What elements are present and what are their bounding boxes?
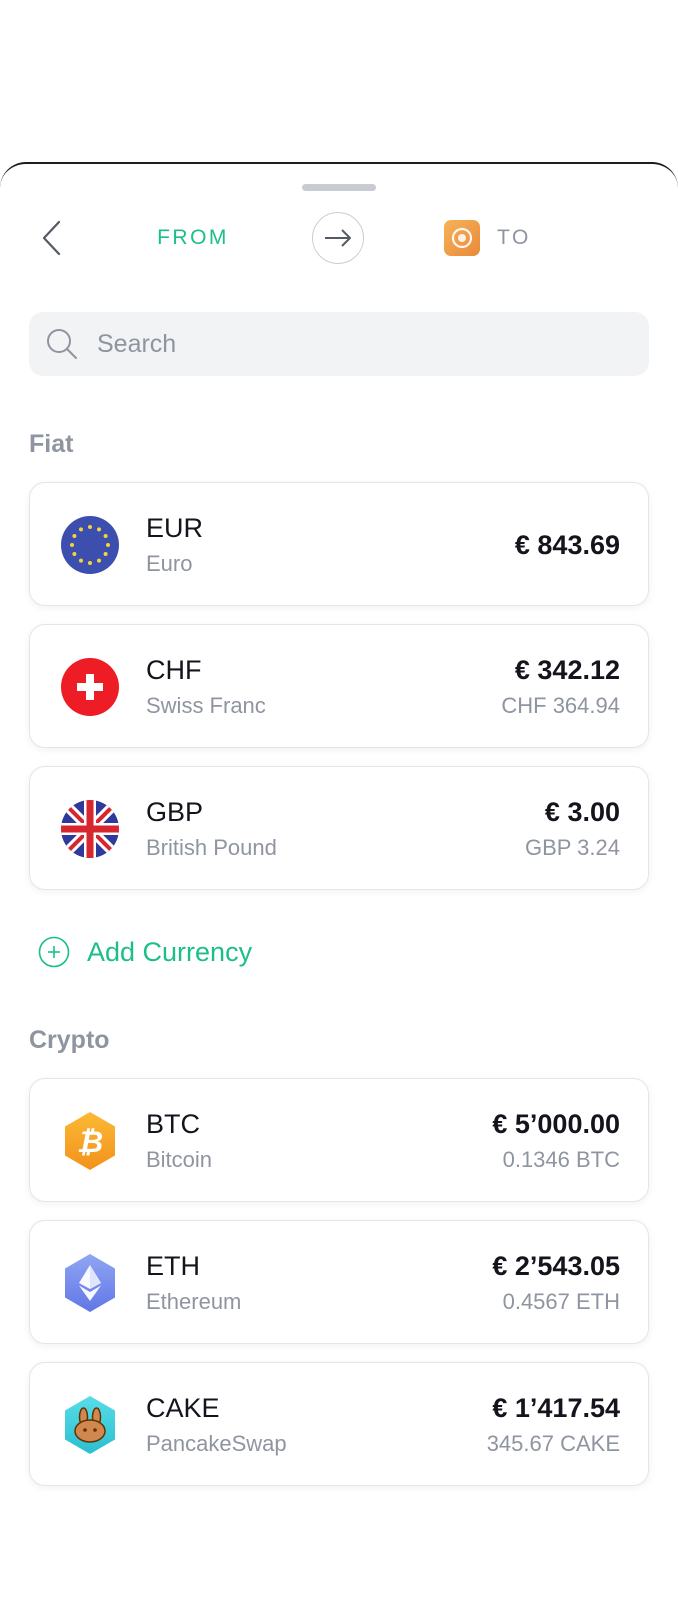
- add-currency-button[interactable]: Add Currency: [38, 934, 252, 970]
- currency-card-gbp[interactable]: GBP British Pound € 3.00 GBP 3.24: [29, 766, 649, 890]
- native-balance: CHF 364.94: [501, 693, 620, 718]
- currency-card-btc[interactable]: ₿ BTC Bitcoin € 5’000.00 0.1346 BTC: [29, 1078, 649, 1202]
- currency-code: CAKE: [146, 1393, 220, 1423]
- picker-header: FROM TO: [0, 210, 678, 270]
- currency-code: EUR: [146, 513, 204, 543]
- plus-circle-icon: [38, 936, 70, 968]
- sheet-grabber[interactable]: [302, 184, 376, 191]
- currency-code: CHF: [146, 655, 202, 685]
- crypto-section-title: Crypto: [29, 1026, 110, 1054]
- fiat-balance: € 3.00: [544, 797, 620, 827]
- currency-card-cake[interactable]: CAKE PancakeSwap € 1’417.54 345.67 CAKE: [29, 1362, 649, 1486]
- fiat-balance: € 843.69: [514, 530, 620, 560]
- currency-name: Euro: [146, 551, 193, 576]
- uk-flag-icon: [60, 799, 120, 859]
- backdrop-bottom: [0, 1532, 678, 1600]
- native-balance: 345.67 CAKE: [486, 1431, 620, 1456]
- svg-text:₿: ₿: [77, 1126, 103, 1159]
- currency-name: PancakeSwap: [146, 1431, 287, 1456]
- arrow-right-icon: [325, 229, 351, 247]
- from-tab[interactable]: FROM: [148, 226, 238, 250]
- backdrop: [0, 0, 678, 162]
- pancakeswap-icon: [60, 1395, 120, 1455]
- fiat-balance: € 342.12: [514, 655, 620, 685]
- native-balance: 0.1346 BTC: [502, 1147, 620, 1172]
- search-input[interactable]: [97, 312, 627, 376]
- coin-avatar-icon: [451, 227, 473, 249]
- bitcoin-icon: ₿: [60, 1111, 120, 1171]
- search-bar[interactable]: [29, 312, 649, 376]
- currency-picker-sheet: FROM TO Fiat: [0, 162, 678, 1534]
- fiat-balance: € 1’417.54: [492, 1393, 620, 1423]
- add-currency-label: Add Currency: [87, 936, 253, 967]
- eu-flag-icon: [60, 515, 120, 575]
- swap-direction-button[interactable]: [312, 212, 364, 264]
- swiss-flag-icon: [60, 657, 120, 717]
- currency-code: BTC: [146, 1109, 200, 1139]
- currency-card-eth[interactable]: ETH Ethereum € 2’543.05 0.4567 ETH: [29, 1220, 649, 1344]
- chevron-left-icon: [42, 220, 61, 256]
- fiat-section-title: Fiat: [29, 430, 74, 458]
- search-icon: [47, 329, 77, 359]
- currency-name: British Pound: [146, 835, 277, 860]
- currency-code: GBP: [146, 797, 204, 827]
- currency-name: Swiss Franc: [146, 693, 266, 718]
- fiat-balance: € 2’543.05: [492, 1251, 620, 1281]
- back-button[interactable]: [30, 216, 74, 260]
- to-label: TO: [497, 226, 531, 249]
- currency-name: Bitcoin: [146, 1147, 213, 1172]
- native-balance: GBP 3.24: [525, 835, 620, 860]
- currency-card-eur[interactable]: EUR Euro € 843.69: [29, 482, 649, 606]
- native-balance: 0.4567 ETH: [502, 1289, 620, 1314]
- target-account-avatar: [444, 220, 480, 256]
- currency-code: ETH: [146, 1251, 200, 1281]
- currency-name: Ethereum: [146, 1289, 242, 1314]
- ethereum-icon: [60, 1253, 120, 1313]
- to-tab[interactable]: TO: [444, 220, 531, 256]
- currency-card-chf[interactable]: CHF Swiss Franc € 342.12 CHF 364.94: [29, 624, 649, 748]
- fiat-balance: € 5’000.00: [492, 1109, 620, 1139]
